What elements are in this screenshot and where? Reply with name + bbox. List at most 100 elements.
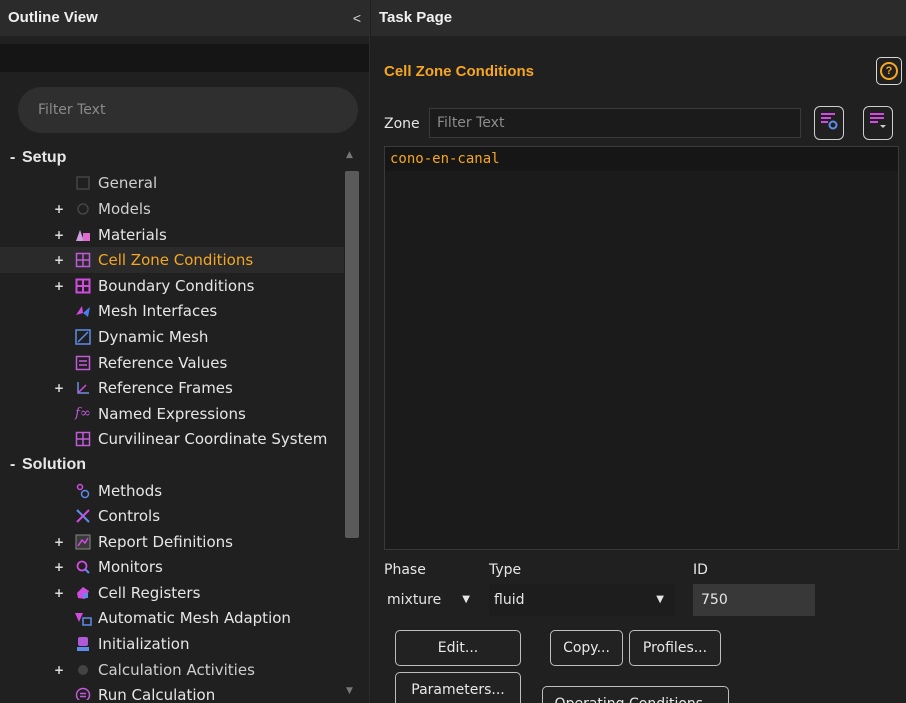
expand-plus-icon[interactable]: + [54, 663, 64, 677]
tree-item-label: Reference Frames [98, 379, 233, 398]
collapse-minus-icon[interactable]: - [10, 149, 15, 167]
help-icon: ? [880, 62, 898, 80]
collapse-panel-icon[interactable]: < [353, 0, 361, 36]
list-menu-icon [868, 111, 888, 135]
tree-item-reference-values[interactable]: Reference Values [0, 350, 345, 376]
reference-values-icon [74, 354, 92, 372]
scroll-up-icon[interactable]: ▲ [346, 150, 353, 160]
tree-item-automatic-mesh-adaption[interactable]: Automatic Mesh Adaption [0, 606, 345, 632]
materials-icon [74, 226, 92, 244]
calculation-activities-icon [74, 661, 92, 679]
report-definitions-icon [74, 533, 92, 551]
expand-plus-icon[interactable]: + [54, 560, 64, 574]
expand-plus-icon[interactable]: + [54, 381, 64, 395]
outline-scroll-thumb[interactable] [345, 171, 359, 538]
tree-item-label: Mesh Interfaces [98, 302, 218, 321]
tree-item-reference-frames[interactable]: + Reference Frames [0, 375, 345, 401]
tree-item-general[interactable]: General [0, 171, 345, 197]
expand-plus-icon[interactable]: + [54, 253, 64, 267]
tree-item-calculation-activities[interactable]: + Calculation Activities [0, 657, 345, 683]
outline-view-panel: Outline View < - Setup General + Models … [0, 0, 370, 703]
cell-registers-icon [74, 584, 92, 602]
tree-item-report-definitions[interactable]: + Report Definitions [0, 529, 345, 555]
tree-item-controls[interactable]: Controls [0, 503, 345, 529]
type-value: fluid [494, 592, 525, 608]
boundary-icon [74, 277, 92, 295]
tree-item-mesh-interfaces[interactable]: Mesh Interfaces [0, 299, 345, 325]
zone-label: Zone [384, 116, 420, 132]
tree-item-curvilinear[interactable]: Curvilinear Coordinate System [0, 427, 345, 453]
zone-list-item[interactable]: cono-en-canal [385, 147, 898, 171]
methods-icon [74, 482, 92, 500]
tree-item-named-expressions[interactable]: f∞ Named Expressions [0, 401, 345, 427]
expand-plus-icon[interactable]: + [54, 535, 64, 549]
expand-plus-icon[interactable]: + [54, 202, 64, 216]
outline-filter-input[interactable] [18, 87, 358, 133]
tree-item-label: Named Expressions [98, 404, 246, 423]
zone-filter-input[interactable] [429, 108, 801, 138]
operating-conditions-button[interactable]: Operating Conditions... [542, 686, 729, 703]
phase-label: Phase [384, 562, 426, 578]
initialization-icon [74, 635, 92, 653]
task-page-panel: Task Page Cell Zone Conditions ? Zone co… [371, 0, 906, 703]
task-page-title: Task Page [379, 9, 453, 26]
tree-item-label: General [98, 174, 158, 193]
tree-item-cell-zone-conditions[interactable]: + Cell Zone Conditions [0, 247, 345, 273]
tree-item-dynamic-mesh[interactable]: Dynamic Mesh [0, 324, 345, 350]
filter-options-button[interactable] [814, 106, 844, 140]
tree-item-label: Boundary Conditions [98, 276, 255, 295]
zone-list[interactable]: cono-en-canal [384, 146, 899, 550]
copy-button[interactable]: Copy... [550, 630, 623, 666]
tree-item-label: Reference Values [98, 353, 228, 372]
scroll-down-icon[interactable]: ▼ [346, 686, 353, 696]
edit-button[interactable]: Edit... [395, 630, 521, 666]
tree-item-run-calculation[interactable]: Run Calculation [0, 682, 345, 700]
tree-section-setup[interactable]: - Setup [0, 145, 345, 171]
tree-item-label: Cell Zone Conditions [98, 251, 254, 270]
tree-item-cell-registers[interactable]: + Cell Registers [0, 580, 345, 606]
mesh-adaption-icon [74, 609, 92, 627]
parameters-button[interactable]: Parameters... [395, 672, 521, 703]
tree-item-label: Automatic Mesh Adaption [98, 609, 291, 628]
tree-item-label: Monitors [98, 558, 163, 577]
type-select[interactable]: fluid ▼ [489, 584, 674, 616]
outline-view-header: Outline View < [0, 0, 369, 36]
tree-item-label: Calculation Activities [98, 660, 255, 679]
controls-icon [74, 507, 92, 525]
id-value: 750 [701, 592, 728, 608]
collapse-minus-icon[interactable]: - [10, 456, 15, 474]
expand-plus-icon[interactable]: + [54, 279, 64, 293]
expand-plus-icon[interactable]: + [54, 586, 64, 600]
phase-value: mixture [387, 592, 442, 608]
tree-item-label: Methods [98, 481, 163, 500]
tree-item-models[interactable]: + Models [0, 196, 345, 222]
tree-item-initialization[interactable]: Initialization [0, 631, 345, 657]
id-field[interactable]: 750 [693, 584, 815, 616]
named-expressions-icon: f∞ [75, 406, 91, 422]
tree-item-methods[interactable]: Methods [0, 478, 345, 504]
tree-item-boundary-conditions[interactable]: + Boundary Conditions [0, 273, 345, 299]
tree-item-label: Controls [98, 507, 161, 526]
tree-item-label: Initialization [98, 635, 190, 654]
tree-item-label: Report Definitions [98, 532, 233, 551]
id-label: ID [693, 562, 708, 578]
expand-plus-icon[interactable]: + [54, 228, 64, 242]
tree-section-solution[interactable]: - Solution [0, 452, 345, 478]
chevron-down-icon: ▼ [462, 594, 470, 605]
run-calculation-icon [74, 686, 92, 700]
cell-zone-icon [74, 251, 92, 269]
monitors-icon [74, 558, 92, 576]
help-button[interactable]: ? [876, 57, 902, 85]
phase-select[interactable]: mixture ▼ [384, 584, 480, 616]
task-page-header: Task Page [371, 0, 906, 36]
list-options-button[interactable] [863, 106, 893, 140]
section-title: Cell Zone Conditions [384, 63, 534, 80]
tree-item-label: Curvilinear Coordinate System [98, 430, 328, 449]
tree-item-materials[interactable]: + Materials [0, 222, 345, 248]
tree-item-monitors[interactable]: + Monitors [0, 555, 345, 581]
tree-item-label: Materials [98, 225, 167, 244]
filter-search-icon [819, 111, 839, 135]
section-label: Setup [22, 148, 67, 166]
profiles-button[interactable]: Profiles... [629, 630, 721, 666]
section-label: Solution [22, 455, 86, 473]
